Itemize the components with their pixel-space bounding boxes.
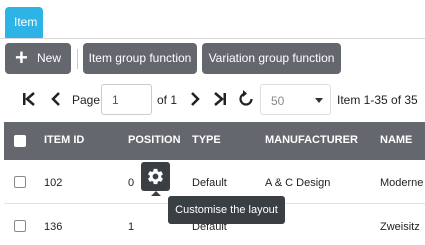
- reload-icon[interactable]: [236, 88, 256, 110]
- page-number-input[interactable]: [101, 84, 152, 115]
- column-header-manufacturer[interactable]: MANUFACTURER: [265, 134, 358, 146]
- cell-name: Zweisitz: [380, 221, 420, 233]
- cell-name: Moderne: [380, 177, 424, 189]
- toolbar-divider: [77, 49, 78, 69]
- table-header: ITEM ID POSITION TYPE MANUFACTURER NAME: [4, 122, 425, 160]
- column-header-type[interactable]: TYPE: [192, 134, 221, 146]
- new-button[interactable]: + New: [5, 43, 71, 74]
- rows-per-page-select[interactable]: 50: [260, 84, 331, 115]
- cell-type: Default: [192, 177, 227, 189]
- toolbar: + New Item group function Variation grou…: [0, 40, 425, 78]
- chevron-down-icon: [315, 98, 323, 103]
- next-page-icon[interactable]: [185, 88, 205, 110]
- gear-icon: [148, 168, 163, 185]
- cell-item-id: 102: [44, 177, 63, 189]
- new-button-label: New: [37, 51, 62, 65]
- plus-icon: +: [15, 45, 28, 70]
- tooltip: Customise the layout: [168, 196, 285, 224]
- variation-group-function-button[interactable]: Variation group function: [202, 43, 341, 74]
- row-checkbox[interactable]: [14, 176, 26, 188]
- pagination-bar: Page of 1 50 Item 1-35 of 35: [0, 78, 425, 122]
- first-page-icon[interactable]: [19, 88, 39, 110]
- last-page-icon[interactable]: [210, 88, 230, 110]
- cell-position: 1: [128, 221, 135, 233]
- page-label: Page: [72, 93, 101, 107]
- page-count: of 1: [157, 93, 178, 107]
- column-header-item-id[interactable]: ITEM ID: [44, 134, 84, 146]
- column-header-name[interactable]: NAME: [380, 134, 412, 146]
- cell-manufacturer: A & C Design: [265, 177, 331, 189]
- item-group-function-button[interactable]: Item group function: [83, 43, 197, 74]
- previous-page-icon[interactable]: [46, 88, 66, 110]
- customise-layout-button[interactable]: [141, 162, 170, 191]
- tab-bar: Item: [0, 0, 425, 39]
- cell-item-id: 136: [44, 221, 63, 233]
- row-checkbox[interactable]: [14, 220, 26, 232]
- tab-item[interactable]: Item: [5, 7, 43, 38]
- item-range-text: Item 1-35 of 35: [337, 93, 418, 107]
- cell-position: 0: [128, 177, 135, 189]
- tooltip-arrow: [151, 191, 161, 196]
- column-header-position[interactable]: POSITION: [128, 134, 181, 146]
- rows-per-page-value: 50: [271, 94, 285, 108]
- select-all-checkbox[interactable]: [14, 135, 26, 147]
